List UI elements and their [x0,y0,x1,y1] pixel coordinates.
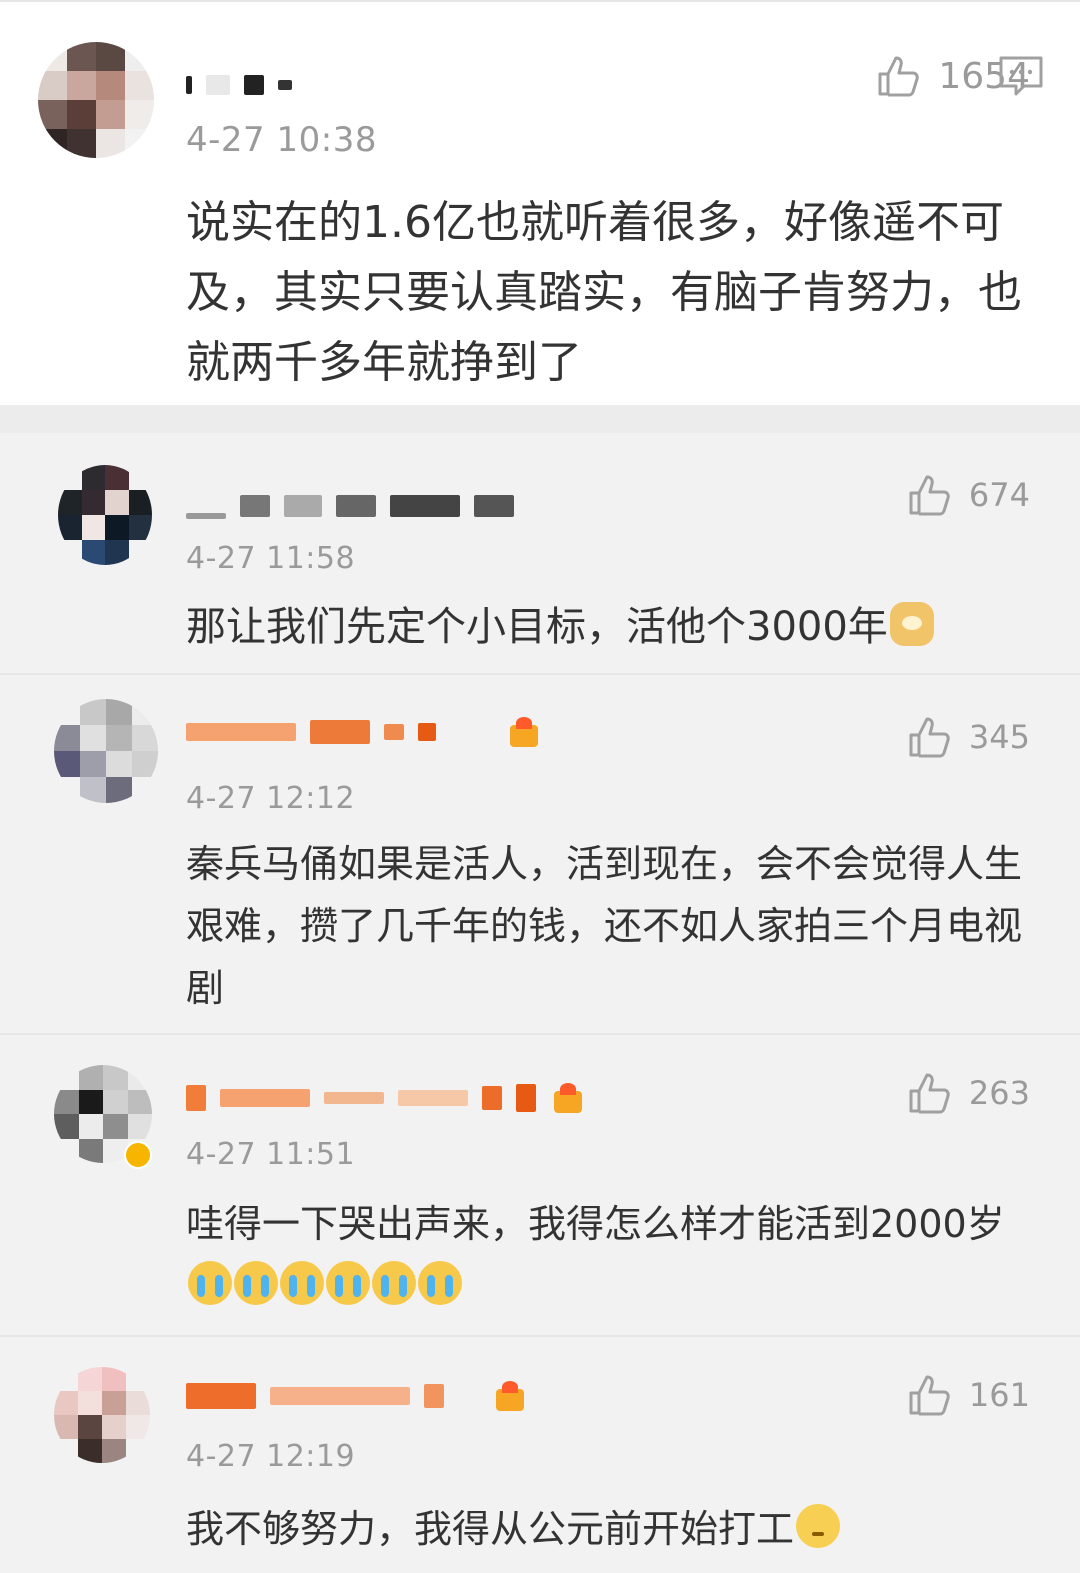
like-count: 345 [968,718,1030,756]
crying-emoji-icon [372,1261,416,1305]
like-button[interactable]: 674 [907,473,1030,517]
level-badge-icon [506,715,542,749]
avatar[interactable] [54,1367,150,1463]
comment-text: 那让我们先定个小目标，活他个3000年 [186,595,1030,659]
top-border [0,0,1080,10]
comment-icon[interactable] [998,55,1044,97]
comment-text: 说实在的1.6亿也就听着很多，好像遥不可及，其实只要认真踏实，有脑子肯努力，也就… [186,197,1022,388]
comment-time: 4-27 10:38 [186,120,377,160]
like-button[interactable]: 263 [907,1071,1030,1115]
crying-emoji-icon [280,1261,324,1305]
thumbs-up-icon [909,1375,950,1416]
like-count: 263 [968,1074,1030,1112]
reply-item: 161 4-27 12:19 我不够努力，我得从公元前开始打工 [0,1335,1080,1573]
comment-text-body: 哇得一下哭出声来，我得怎么样才能活到2000岁 [186,1202,1005,1246]
like-count: 161 [968,1376,1030,1414]
avatar[interactable] [38,42,154,158]
thumbs-up-icon [878,56,920,97]
reply-item: 674 4-27 11:58 那让我们先定个小目标，活他个3000年 [0,433,1080,673]
comment-time: 4-27 11:58 [186,541,356,576]
comment-time: 4-27 12:12 [186,781,356,816]
level-badge-icon [550,1081,586,1115]
comment-text: 我不够努力，我得从公元前开始打工 [186,1497,1030,1561]
thumbs-up-icon [909,475,950,516]
username-blurred[interactable] [186,62,292,108]
level-badge-icon [492,1379,528,1413]
neutral-face-emoji-icon [796,1504,841,1548]
crying-emoji-icon [326,1261,370,1305]
reply-item: 345 4-27 12:12 秦兵马俑如果是活人，活到现在，会不会觉得人生艰难，… [0,673,1080,1033]
comment-time: 4-27 11:51 [186,1137,356,1172]
like-button[interactable]: 161 [907,1373,1030,1417]
verified-badge-icon [124,1141,152,1169]
thumbs-up-icon [909,717,950,758]
section-divider [0,405,1080,433]
username-blurred[interactable] [186,709,542,755]
avatar[interactable] [58,465,152,565]
like-count: 674 [968,476,1030,514]
crying-emoji-icon [188,1261,232,1305]
crying-emoji-icon [418,1261,462,1305]
comment-time: 4-27 12:19 [186,1439,356,1474]
avatar[interactable] [54,699,158,803]
crying-emoji-icon [234,1261,278,1305]
doge-emoji-icon [889,602,934,646]
comment-text-body: 我不够努力，我得从公元前开始打工 [186,1507,795,1551]
like-button[interactable]: 345 [907,715,1030,759]
thumbs-up-icon [909,1073,950,1114]
reply-item: 263 4-27 11:51 哇得一下哭出声来，我得怎么样才能活到2000岁 [0,1033,1080,1335]
username-blurred[interactable] [186,1373,528,1419]
main-comment: 1654 4-27 10:38 说实在的1.6亿也就听着很多，好像遥不可及，其实… [0,10,1080,405]
username-blurred[interactable] [186,483,514,529]
username-blurred[interactable] [186,1075,586,1121]
comment-text: 秦兵马俑如果是活人，活到现在，会不会觉得人生艰难，攒了几千年的钱，还不如人家拍三… [186,842,1023,1010]
comment-text-body: 那让我们先定个小目标，活他个3000年 [186,604,888,650]
comment-text: 哇得一下哭出声来，我得怎么样才能活到2000岁 [186,1193,1030,1317]
